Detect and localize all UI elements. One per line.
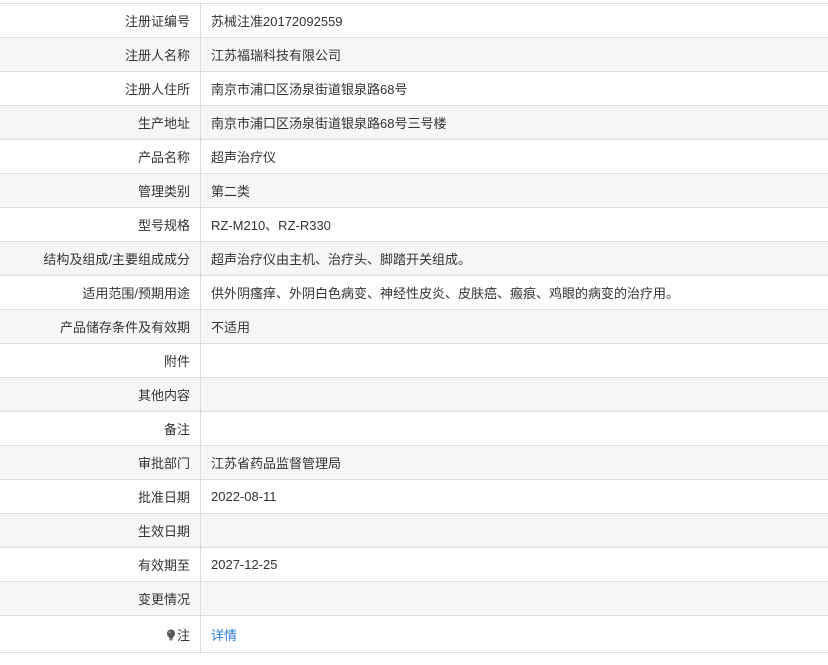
registration-info-page: 注册证编号 苏械注准20172092559 注册人名称 江苏福瑞科技有限公司 注…	[0, 0, 828, 665]
row-value: 2027-12-25	[200, 547, 828, 582]
row-value: RZ-M210、RZ-R330	[200, 207, 828, 242]
row-label: 其他内容	[0, 377, 201, 412]
lightbulb-icon	[166, 629, 175, 640]
row-value	[200, 581, 828, 616]
row-label: 产品名称	[0, 139, 201, 174]
table-row-approval-department: 审批部门 江苏省药品监督管理局	[0, 445, 828, 480]
row-value: 江苏福瑞科技有限公司	[200, 37, 828, 72]
row-label: 结构及组成/主要组成成分	[0, 241, 201, 276]
table-row-other-content: 其他内容	[0, 377, 828, 412]
row-value: 超声治疗仪	[200, 139, 828, 174]
row-value: 第二类	[200, 173, 828, 208]
details-link[interactable]: 详情	[211, 628, 237, 643]
table-row-intended-use: 适用范围/预期用途 供外阴瘙痒、外阴白色病变、神经性皮炎、皮肤癌、瘢痕、鸡眼的病…	[0, 275, 828, 310]
table-row-storage-validity: 产品储存条件及有效期 不适用	[0, 309, 828, 344]
note-label: 注	[176, 627, 190, 643]
row-label: 审批部门	[0, 445, 201, 480]
row-value	[200, 377, 828, 412]
row-value: 南京市浦口区汤泉街道银泉路68号	[200, 71, 828, 106]
note-label-cell: 注	[0, 615, 201, 653]
row-label: 适用范围/预期用途	[0, 275, 201, 310]
row-label: 管理类别	[0, 173, 201, 208]
row-label: 生效日期	[0, 513, 201, 548]
table-row-registrant-address: 注册人住所 南京市浦口区汤泉街道银泉路68号	[0, 71, 828, 106]
table-row-management-category: 管理类别 第二类	[0, 173, 828, 208]
table-row-attachments: 附件	[0, 343, 828, 378]
table-row-structure-composition: 结构及组成/主要组成成分 超声治疗仪由主机、治疗头、脚踏开关组成。	[0, 241, 828, 276]
row-label: 注册人名称	[0, 37, 201, 72]
row-label: 备注	[0, 411, 201, 446]
table-row-registration-number: 注册证编号 苏械注准20172092559	[0, 3, 828, 38]
table-row-approval-date: 批准日期 2022-08-11	[0, 479, 828, 514]
row-label: 注册证编号	[0, 3, 201, 38]
row-label: 变更情况	[0, 581, 201, 616]
row-value: 江苏省药品监督管理局	[200, 445, 828, 480]
row-value: 2022-08-11	[200, 479, 828, 514]
table-row-change-history: 变更情况	[0, 581, 828, 616]
table-row-remarks: 备注	[0, 411, 828, 446]
row-value	[200, 411, 828, 446]
table-row-registrant-name: 注册人名称 江苏福瑞科技有限公司	[0, 37, 828, 72]
note-value-cell: 详情	[200, 615, 828, 653]
row-label: 有效期至	[0, 547, 201, 582]
row-value	[200, 513, 828, 548]
registration-info-table: 注册证编号 苏械注准20172092559 注册人名称 江苏福瑞科技有限公司 注…	[0, 3, 828, 653]
row-value: 不适用	[200, 309, 828, 344]
table-row-note: 注 详情	[0, 615, 828, 653]
row-label: 型号规格	[0, 207, 201, 242]
row-label: 附件	[0, 343, 201, 378]
row-value: 苏械注准20172092559	[200, 3, 828, 38]
row-value: 供外阴瘙痒、外阴白色病变、神经性皮炎、皮肤癌、瘢痕、鸡眼的病变的治疗用。	[200, 275, 828, 310]
row-value	[200, 343, 828, 378]
row-value: 南京市浦口区汤泉街道银泉路68号三号楼	[200, 105, 828, 140]
table-row-production-address: 生产地址 南京市浦口区汤泉街道银泉路68号三号楼	[0, 105, 828, 140]
row-label: 产品储存条件及有效期	[0, 309, 201, 344]
row-label: 注册人住所	[0, 71, 201, 106]
table-row-product-name: 产品名称 超声治疗仪	[0, 139, 828, 174]
table-row-valid-until: 有效期至 2027-12-25	[0, 547, 828, 582]
table-row-effective-date: 生效日期	[0, 513, 828, 548]
row-label: 批准日期	[0, 479, 201, 514]
row-label: 生产地址	[0, 105, 201, 140]
row-value: 超声治疗仪由主机、治疗头、脚踏开关组成。	[200, 241, 828, 276]
table-row-model-spec: 型号规格 RZ-M210、RZ-R330	[0, 207, 828, 242]
